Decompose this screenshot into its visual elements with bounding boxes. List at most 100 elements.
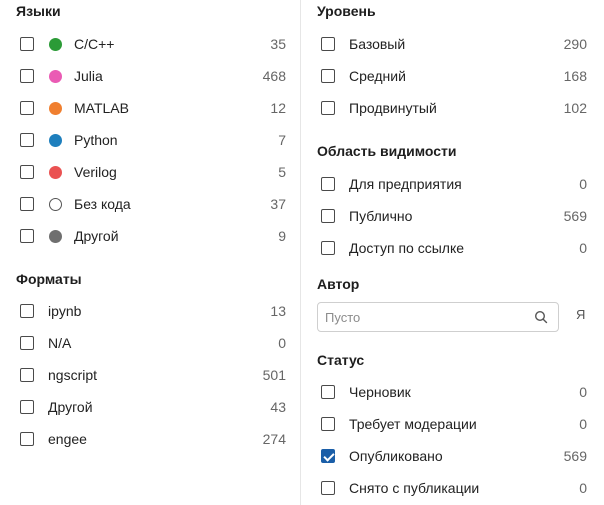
language-color-dot-icon: [49, 165, 62, 179]
option-label: N/A: [48, 335, 72, 351]
option-count: 569: [563, 208, 587, 224]
languages-option[interactable]: C/C++ 35: [20, 30, 286, 58]
checkbox[interactable]: [321, 37, 335, 51]
visibility-title: Область видимости: [317, 143, 457, 159]
option-label: ngscript: [48, 367, 98, 383]
languages-title: Языки: [16, 3, 61, 19]
languages-option[interactable]: Python 7: [20, 126, 286, 154]
option-count: 5: [278, 164, 286, 180]
language-color-dot-icon: [49, 133, 62, 147]
author-me-button[interactable]: Я: [576, 307, 585, 322]
option-label: Другой: [48, 399, 93, 415]
languages-option[interactable]: Julia 468: [20, 62, 286, 90]
checkbox[interactable]: [20, 101, 34, 115]
level-option[interactable]: Базовый 290: [321, 30, 587, 58]
visibility-option[interactable]: Для предприятия 0: [321, 170, 587, 198]
checkbox[interactable]: [20, 165, 34, 179]
option-label: Базовый: [349, 36, 406, 52]
visibility-option[interactable]: Публично 569: [321, 202, 587, 230]
option-label: Снято с публикации: [349, 480, 480, 496]
option-label: Verilog: [74, 164, 117, 180]
checkbox[interactable]: [20, 69, 34, 83]
checkbox[interactable]: [20, 400, 34, 414]
language-color-dot-icon: [49, 229, 62, 243]
option-label: ipynb: [48, 303, 82, 319]
option-count: 0: [579, 384, 587, 400]
search-icon[interactable]: [534, 310, 548, 324]
author-title: Автор: [317, 276, 360, 292]
option-count: 468: [262, 68, 286, 84]
language-color-dot-icon: [49, 101, 62, 115]
checkbox[interactable]: [321, 69, 335, 83]
option-label: Опубликовано: [349, 448, 443, 464]
option-label: Публично: [349, 208, 413, 224]
author-search-box[interactable]: [317, 302, 559, 332]
author-search-input[interactable]: [323, 308, 534, 326]
language-color-dot-icon: [49, 69, 62, 83]
checkbox[interactable]: [321, 449, 335, 463]
option-count: 0: [278, 335, 286, 351]
option-count: 290: [563, 36, 587, 52]
option-count: 37: [270, 196, 286, 212]
left-filter-column: Языки C/C++ 35 Julia 468 MATLAB 12 Python 7 Veri…: [0, 0, 300, 505]
checkbox[interactable]: [20, 432, 34, 446]
status-option[interactable]: Черновик 0: [321, 378, 587, 406]
option-label: Требует модерации: [349, 416, 477, 432]
formats-option[interactable]: engee 274: [20, 425, 286, 453]
option-label: Черновик: [349, 384, 411, 400]
checkbox[interactable]: [321, 177, 335, 191]
languages-option[interactable]: Без кода 37: [20, 190, 286, 218]
option-count: 35: [270, 36, 286, 52]
languages-option[interactable]: MATLAB 12: [20, 94, 286, 122]
level-option[interactable]: Средний 168: [321, 62, 587, 90]
option-label: engee: [48, 431, 87, 447]
formats-option[interactable]: ngscript 501: [20, 361, 286, 389]
visibility-option[interactable]: Доступ по ссылке 0: [321, 234, 587, 262]
formats-option[interactable]: N/A 0: [20, 329, 286, 357]
checkbox[interactable]: [321, 101, 335, 115]
option-count: 12: [270, 100, 286, 116]
option-label: Python: [74, 132, 118, 148]
level-option[interactable]: Продвинутый 102: [321, 94, 587, 122]
checkbox[interactable]: [321, 481, 335, 495]
status-option[interactable]: Снято с публикации 0: [321, 474, 587, 502]
checkbox[interactable]: [20, 37, 34, 51]
option-count: 0: [579, 416, 587, 432]
language-color-dot-icon: [49, 37, 62, 51]
checkbox[interactable]: [321, 417, 335, 431]
checkbox[interactable]: [20, 336, 34, 350]
option-count: 9: [278, 228, 286, 244]
option-label: Другой: [74, 228, 119, 244]
status-option[interactable]: Требует модерации 0: [321, 410, 587, 438]
formats-option[interactable]: ipynb 13: [20, 297, 286, 325]
option-count: 43: [270, 399, 286, 415]
checkbox[interactable]: [321, 241, 335, 255]
formats-option[interactable]: Другой 43: [20, 393, 286, 421]
option-count: 13: [270, 303, 286, 319]
option-count: 0: [579, 480, 587, 496]
option-label: Доступ по ссылке: [349, 240, 465, 256]
option-count: 274: [262, 431, 286, 447]
languages-option[interactable]: Другой 9: [20, 222, 286, 250]
formats-title: Форматы: [16, 271, 82, 287]
checkbox[interactable]: [20, 197, 34, 211]
languages-option[interactable]: Verilog 5: [20, 158, 286, 186]
option-label: MATLAB: [74, 100, 129, 116]
checkbox[interactable]: [20, 368, 34, 382]
option-count: 501: [262, 367, 286, 383]
option-label: Продвинутый: [349, 100, 437, 116]
checkbox[interactable]: [20, 304, 34, 318]
option-count: 0: [579, 176, 587, 192]
checkbox[interactable]: [321, 385, 335, 399]
status-title: Статус: [317, 352, 365, 368]
option-label: Без кода: [74, 196, 131, 212]
option-count: 0: [579, 240, 587, 256]
status-option[interactable]: Опубликовано 569: [321, 442, 587, 470]
checkbox[interactable]: [321, 209, 335, 223]
checkbox[interactable]: [20, 229, 34, 243]
option-label: C/C++: [74, 36, 115, 52]
option-count: 102: [563, 100, 587, 116]
checkbox[interactable]: [20, 133, 34, 147]
level-title: Уровень: [317, 3, 376, 19]
option-label: Для предприятия: [349, 176, 462, 192]
